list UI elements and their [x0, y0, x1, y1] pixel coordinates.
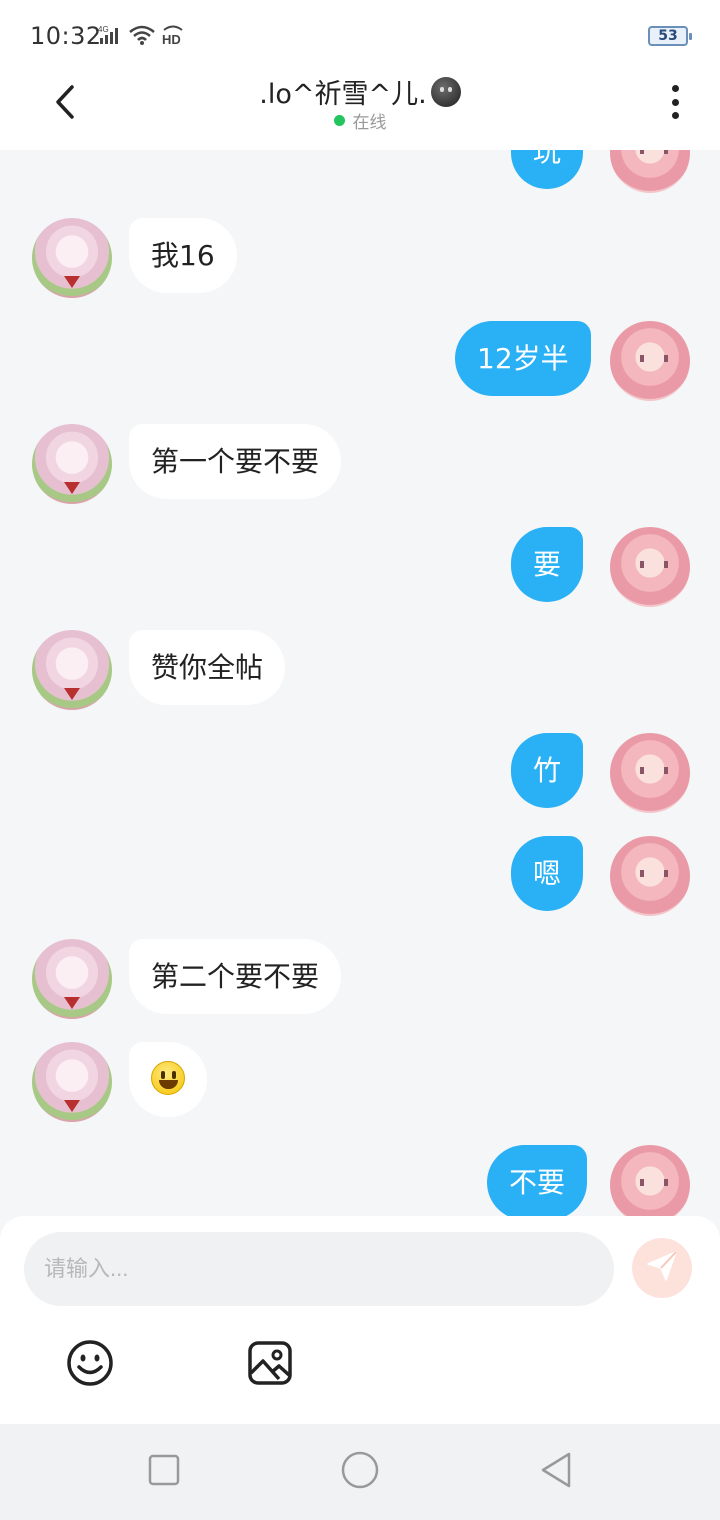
message-bubble-own: 竹 — [511, 733, 584, 808]
more-dot — [671, 98, 679, 106]
back-nav-button[interactable] — [534, 1450, 578, 1494]
image-button[interactable] — [246, 1339, 294, 1387]
cellular-signal-icon: 4G — [98, 24, 124, 46]
send-button[interactable] — [632, 1238, 692, 1298]
contact-avatar[interactable] — [32, 939, 112, 1019]
message-composer — [0, 1216, 720, 1424]
contact-avatar[interactable] — [32, 218, 112, 298]
message-bubble-peer — [129, 1042, 207, 1117]
more-dot — [671, 112, 679, 119]
more-options-button[interactable] — [660, 82, 690, 122]
status-bar: 10:32 4G HD 53 — [0, 0, 720, 72]
message-bubble-own: 不要 — [487, 1145, 588, 1216]
own-avatar[interactable] — [610, 150, 690, 193]
contact-avatar[interactable] — [32, 1042, 112, 1122]
own-avatar[interactable] — [610, 1145, 690, 1216]
wifi-icon — [128, 24, 156, 46]
svg-text:4G: 4G — [98, 25, 109, 34]
chat-header: .lo^祈雪^儿. 在线 — [0, 72, 720, 150]
own-avatar[interactable] — [610, 733, 690, 813]
contact-name: .lo^祈雪^儿. — [259, 79, 427, 110]
image-icon — [246, 1341, 294, 1391]
own-avatar[interactable] — [610, 836, 690, 916]
status-time: 10:32 — [30, 22, 102, 50]
contact-avatar[interactable] — [32, 630, 112, 710]
chat-title: .lo^祈雪^儿. — [0, 72, 720, 111]
status-icons: 4G HD — [98, 24, 186, 46]
grinning-face-emoji-icon — [151, 1061, 185, 1095]
hd-icon: HD — [160, 24, 186, 46]
home-button[interactable] — [338, 1450, 382, 1494]
emoji-button[interactable] — [66, 1339, 114, 1387]
own-avatar[interactable] — [610, 321, 690, 401]
message-bubble-own: 12岁半 — [455, 321, 591, 396]
online-status: 在线 — [0, 108, 720, 133]
circle-icon — [341, 1451, 379, 1493]
svg-text:HD: HD — [162, 32, 181, 46]
online-dot-icon — [333, 115, 345, 126]
recent-apps-button[interactable] — [142, 1450, 186, 1494]
triangle-back-icon — [539, 1451, 573, 1493]
system-nav-bar — [0, 1424, 720, 1520]
battery-indicator: 53 — [648, 26, 692, 46]
contact-avatar[interactable] — [32, 424, 112, 504]
message-bubble-peer: 第二个要不要 — [129, 939, 342, 1014]
message-bubble-peer: 第一个要不要 — [129, 424, 342, 499]
dark-face-emoji-icon — [430, 76, 461, 107]
message-list[interactable]: 玩 我16 12岁半 第一个要不要 要 赞你全帖 竹 嗯 第二个要不要 不要 — [0, 150, 720, 1216]
message-bubble-own: 要 — [511, 527, 584, 602]
smiley-icon — [66, 1340, 114, 1391]
message-bubble-own: 嗯 — [511, 836, 584, 911]
message-bubble-own: 玩 — [511, 150, 584, 189]
online-status-label: 在线 — [352, 113, 387, 133]
send-icon — [645, 1249, 679, 1287]
more-vertical-icon — [671, 85, 679, 92]
message-bubble-peer: 我16 — [129, 218, 237, 293]
square-icon — [148, 1454, 180, 1490]
message-input[interactable] — [24, 1232, 614, 1306]
message-bubble-peer: 赞你全帖 — [129, 630, 286, 705]
own-avatar[interactable] — [610, 527, 690, 607]
